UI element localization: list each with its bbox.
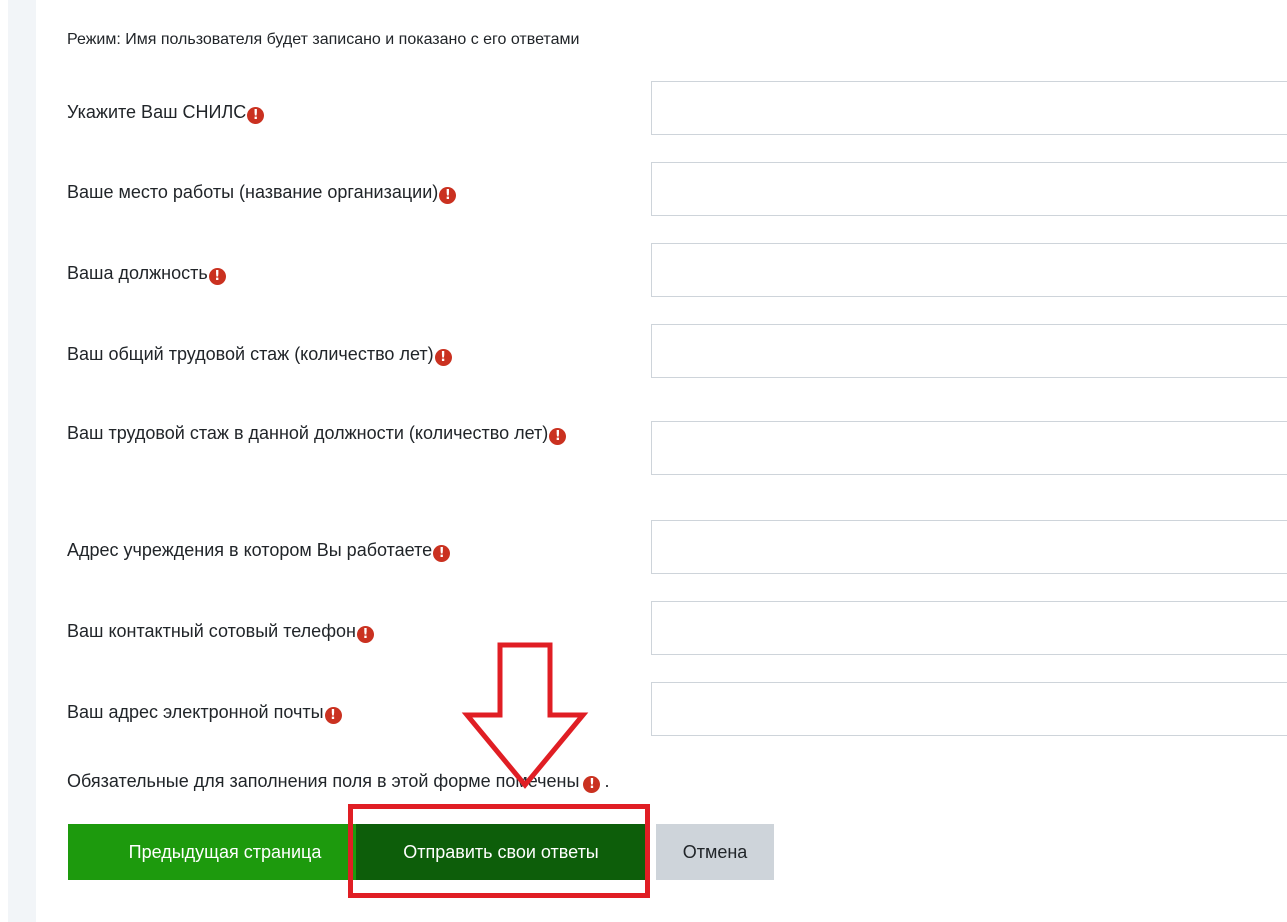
field-label-snils: Укажите Ваш СНИЛС! <box>67 97 627 127</box>
required-icon: ! <box>549 428 567 445</box>
workplace-address-input[interactable] <box>651 520 1287 574</box>
required-icon: ! <box>439 187 457 204</box>
left-rail <box>8 0 36 922</box>
required-icon: ! <box>356 626 374 643</box>
field-label-total-experience: Ваш общий трудовой стаж (количество лет)… <box>67 339 627 369</box>
required-icon: ! <box>208 268 226 285</box>
required-icon: ! <box>583 776 601 793</box>
previous-page-button[interactable]: Предыдущая страница <box>68 824 382 880</box>
total-experience-input[interactable] <box>651 324 1287 378</box>
field-label-email: Ваш адрес электронной почты! <box>67 697 627 727</box>
required-fields-note: Обязательные для заполнения поля в этой … <box>67 771 610 793</box>
required-icon: ! <box>247 107 265 124</box>
field-label-workplace: Ваше место работы (название организации)… <box>67 177 627 207</box>
mode-text: Режим: Имя пользователя будет записано и… <box>67 31 580 48</box>
position-experience-input[interactable] <box>651 421 1287 475</box>
required-icon: ! <box>434 349 452 366</box>
field-label-workplace-address: Адрес учреждения в котором Вы работаете! <box>67 535 627 565</box>
snils-input[interactable] <box>651 81 1287 135</box>
required-icon: ! <box>324 707 342 724</box>
feedback-form: Режим: Имя пользователя будет записано и… <box>36 0 1287 922</box>
email-input[interactable] <box>651 682 1287 736</box>
field-label-mobile-phone: Ваш контактный сотовый телефон! <box>67 616 627 646</box>
position-input[interactable] <box>651 243 1287 297</box>
cancel-button[interactable]: Отмена <box>656 824 774 880</box>
field-label-position: Ваша должность! <box>67 258 627 288</box>
field-label-position-experience: Ваш трудовой стаж в данной должности (ко… <box>67 418 642 448</box>
workplace-input[interactable] <box>651 162 1287 216</box>
page: Режим: Имя пользователя будет записано и… <box>0 0 1287 922</box>
submit-answers-button[interactable]: Отправить свои ответы <box>356 824 646 880</box>
mobile-phone-input[interactable] <box>651 601 1287 655</box>
required-icon: ! <box>433 545 451 562</box>
